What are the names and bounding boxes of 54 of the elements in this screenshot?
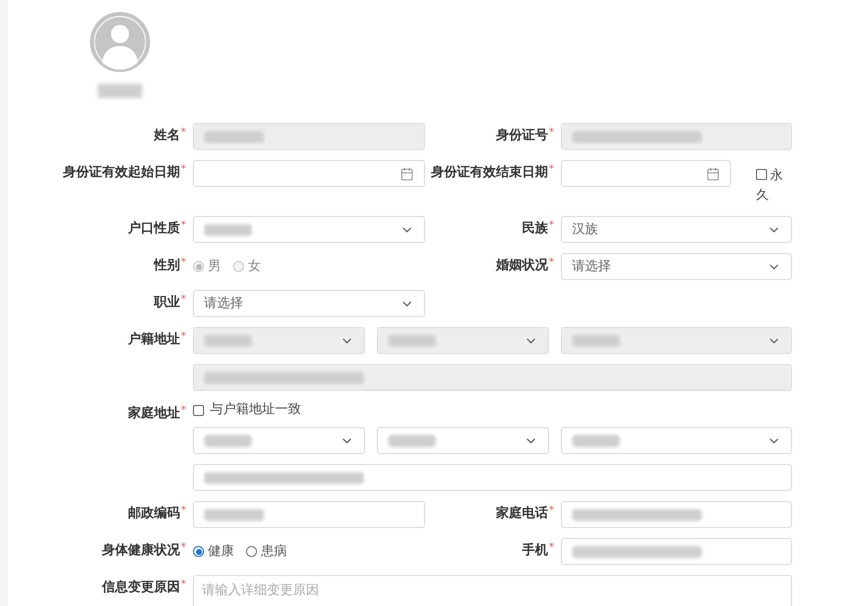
field-label: 身份证有效结束日期 bbox=[431, 165, 548, 181]
select-field[interactable] bbox=[377, 427, 549, 454]
required-mark: * bbox=[181, 295, 186, 305]
same-address-checkbox[interactable]: 与户籍地址一致 bbox=[193, 401, 792, 419]
select-field[interactable]: 请选择 bbox=[561, 253, 792, 280]
calendar-icon bbox=[706, 166, 720, 180]
required-mark: * bbox=[181, 221, 186, 231]
required-mark: * bbox=[181, 258, 186, 268]
required-mark: * bbox=[549, 506, 554, 516]
field-label: 姓名 bbox=[154, 128, 180, 144]
select-field[interactable]: 汉族 bbox=[561, 216, 792, 243]
required-mark: * bbox=[181, 543, 186, 553]
field-label: 身体健康状况 bbox=[102, 543, 180, 559]
field-label: 身份证有效起始日期 bbox=[63, 165, 180, 181]
required-mark: * bbox=[181, 165, 186, 175]
required-mark: * bbox=[549, 258, 554, 268]
blurred-value bbox=[98, 84, 142, 98]
avatar-icon bbox=[90, 12, 150, 72]
required-mark: * bbox=[549, 165, 554, 175]
required-mark: * bbox=[181, 406, 186, 416]
field-label: 信息变更原因 bbox=[102, 580, 180, 596]
field-label: 户口性质 bbox=[128, 221, 180, 237]
date-field[interactable] bbox=[561, 160, 731, 187]
street-address-field[interactable] bbox=[193, 464, 792, 491]
field-label: 职业 bbox=[154, 295, 180, 311]
required-mark: * bbox=[549, 543, 554, 553]
radio-option[interactable]: 患病 bbox=[246, 542, 287, 562]
reason-textarea[interactable]: 请输入详细变更原因 bbox=[193, 575, 792, 606]
field-label: 民族 bbox=[522, 221, 548, 237]
select-field[interactable]: 请选择 bbox=[193, 290, 425, 317]
text-field[interactable] bbox=[193, 501, 425, 528]
calendar-icon bbox=[400, 166, 414, 180]
field-label: 邮政编码 bbox=[128, 506, 180, 522]
select-field[interactable] bbox=[193, 427, 365, 454]
select-field[interactable] bbox=[193, 216, 425, 243]
select-field[interactable] bbox=[561, 427, 792, 454]
field-label: 户籍地址 bbox=[128, 332, 180, 348]
date-field[interactable] bbox=[193, 160, 425, 187]
field-label: 性别 bbox=[154, 258, 180, 274]
radio-option[interactable]: 健康 bbox=[193, 542, 234, 562]
text-field[interactable] bbox=[561, 501, 792, 528]
required-mark: * bbox=[181, 580, 186, 590]
field-label: 婚姻状况 bbox=[496, 258, 548, 274]
required-mark: * bbox=[181, 506, 186, 516]
required-mark: * bbox=[549, 221, 554, 231]
field-label: 家庭电话 bbox=[496, 506, 548, 522]
required-mark: * bbox=[181, 128, 186, 138]
permanent-checkbox[interactable]: 永久 bbox=[756, 166, 792, 206]
required-mark: * bbox=[549, 128, 554, 138]
required-mark: * bbox=[181, 332, 186, 342]
field-label: 身份证号 bbox=[496, 128, 548, 144]
text-field[interactable] bbox=[561, 538, 792, 565]
field-label: 手机 bbox=[522, 543, 548, 559]
field-label: 家庭地址 bbox=[128, 406, 180, 422]
